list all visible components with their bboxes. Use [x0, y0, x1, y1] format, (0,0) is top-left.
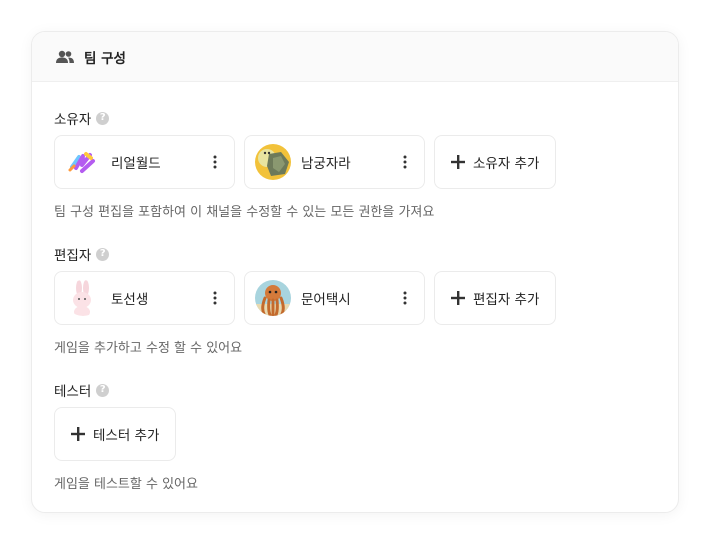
turtle-avatar: [255, 144, 291, 180]
add-editor-label: 편집자 추가: [473, 292, 540, 308]
member-chip[interactable]: 문어택시: [244, 271, 425, 325]
add-tester-button[interactable]: 테스터 추가: [54, 407, 177, 461]
editors-label-row: 편집자 ?: [54, 244, 654, 264]
more-vertical-icon[interactable]: [208, 288, 222, 308]
add-owner-label: 소유자 추가: [473, 156, 540, 172]
member-name: 리얼월드: [111, 156, 161, 172]
help-icon[interactable]: ?: [96, 111, 110, 125]
more-vertical-icon[interactable]: [398, 288, 412, 308]
card-header: 팀 구성: [32, 32, 678, 82]
member-name: 토선생: [111, 292, 149, 308]
add-editor-button[interactable]: 편집자 추가: [434, 271, 557, 325]
owners-section: 소유자 ? 리얼월드 남궁자라 소유자 추가 팀 구성 편집을 포함하여 이 채…: [54, 108, 654, 220]
testers-label-row: 테스터 ?: [54, 380, 654, 400]
member-name: 문어택시: [301, 292, 351, 308]
editors-section: 편집자 ? 토선생 문어택시 편집자 추가 게임을 추가하고 수정 할 수 있어…: [54, 244, 654, 356]
owners-label: 소유자: [54, 112, 92, 128]
editors-chip-row: 토선생 문어택시 편집자 추가: [54, 271, 565, 325]
testers-chip-row: 테스터 추가: [54, 407, 185, 461]
plus-icon: [451, 155, 465, 169]
card-title: 팀 구성: [84, 50, 126, 67]
more-vertical-icon[interactable]: [398, 152, 412, 172]
owners-label-row: 소유자 ?: [54, 108, 654, 128]
team-composition-card: 팀 구성 소유자 ? 리얼월드 남궁자라 소유자 추가 팀 구성 편집을 포함하…: [31, 31, 679, 513]
testers-label: 테스터: [54, 384, 92, 400]
plus-icon: [451, 291, 465, 305]
member-name: 남궁자라: [301, 156, 351, 172]
add-tester-label: 테스터 추가: [93, 428, 160, 444]
rabbit-avatar: [65, 280, 101, 316]
owners-chip-row: 리얼월드 남궁자라 소유자 추가: [54, 135, 565, 189]
add-owner-button[interactable]: 소유자 추가: [434, 135, 557, 189]
testers-section: 테스터 ? 테스터 추가 게임을 테스트할 수 있어요: [54, 380, 654, 492]
editors-label: 편집자: [54, 248, 92, 264]
octopus-avatar: [255, 280, 291, 316]
more-vertical-icon[interactable]: [208, 152, 222, 172]
help-icon[interactable]: ?: [96, 247, 110, 261]
testers-description: 게임을 테스트할 수 있어요: [54, 477, 198, 492]
plus-icon: [71, 427, 85, 441]
member-chip[interactable]: 토선생: [54, 271, 235, 325]
help-icon[interactable]: ?: [96, 383, 110, 397]
editors-description: 게임을 추가하고 수정 할 수 있어요: [54, 341, 243, 356]
member-chip[interactable]: 남궁자라: [244, 135, 425, 189]
realworld-logo-avatar: [65, 144, 101, 180]
member-chip[interactable]: 리얼월드: [54, 135, 235, 189]
people-icon: [56, 50, 74, 64]
owners-description: 팀 구성 편집을 포함하여 이 채널을 수정할 수 있는 모든 권한을 가져요: [54, 205, 435, 220]
